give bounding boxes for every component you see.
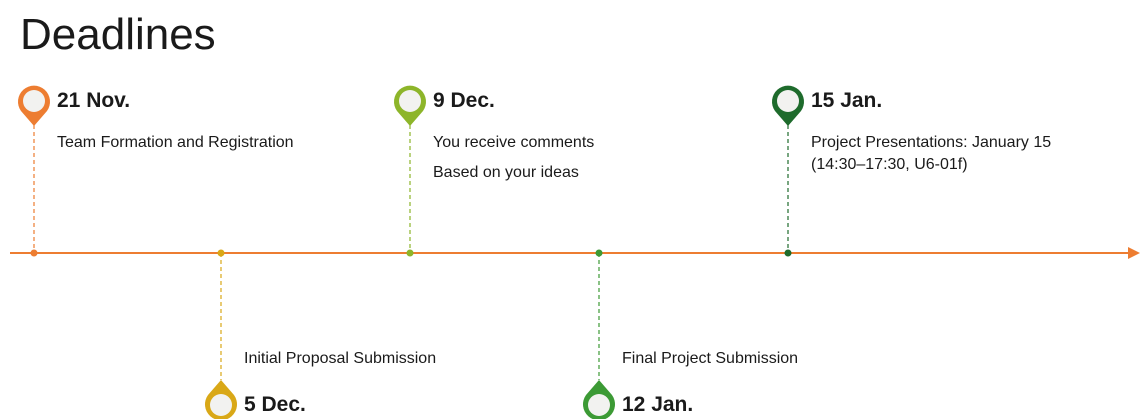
map-pin-inner — [777, 90, 799, 112]
timeline — [10, 85, 1140, 419]
map-pin-inner — [23, 90, 45, 112]
event-dot — [784, 249, 792, 257]
event-description: Team Formation and Registration — [57, 134, 294, 151]
timeline-event — [771, 85, 804, 257]
timeline-event — [205, 249, 237, 419]
event-description: Initial Proposal Submission — [244, 350, 437, 367]
event-description: Based on your ideas — [433, 164, 579, 181]
event-date: 15 Jan. — [811, 89, 883, 112]
map-pin-inner — [588, 394, 610, 416]
event-description: Final Project Submission — [622, 350, 799, 367]
map-pin-inner — [399, 90, 421, 112]
event-dot — [30, 249, 38, 257]
timeline-event — [583, 249, 615, 419]
event-date: 5 Dec. — [244, 393, 306, 416]
event-description: You receive comments — [433, 134, 595, 151]
event-dot — [406, 249, 414, 257]
event-description: Project Presentations: January 15 — [811, 134, 1052, 151]
event-date: 9 Dec. — [433, 89, 495, 112]
map-pin-inner — [210, 394, 232, 416]
event-dot — [595, 249, 603, 257]
timeline-event — [18, 85, 50, 257]
timeline-event — [393, 85, 426, 257]
event-date: 12 Jan. — [622, 393, 694, 416]
event-dot — [217, 249, 225, 257]
event-date: 21 Nov. — [57, 89, 131, 112]
timeline-arrow-head — [1128, 247, 1140, 259]
event-description: (14:30–17:30, U6-01f) — [811, 156, 968, 173]
